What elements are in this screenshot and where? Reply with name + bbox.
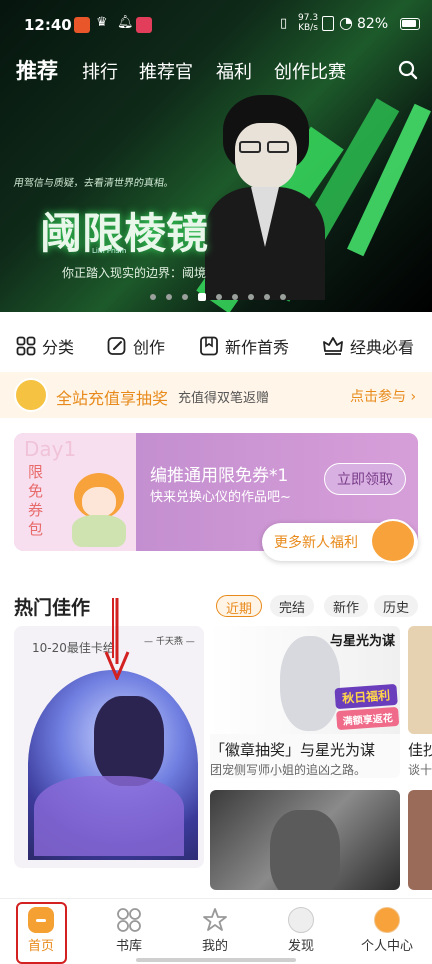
battery-text: 82% bbox=[357, 16, 389, 32]
card-3-desc: 谈十 bbox=[408, 763, 432, 777]
promo-desc: 充值得双笔返赠 bbox=[178, 391, 270, 406]
hot-card-2[interactable]: 与星光为谋 秋日福利 满额享返花 「徽章抽奖」与星光为谋 团宠侧写师小姐的追凶之… bbox=[210, 626, 400, 778]
carousel-dot[interactable] bbox=[198, 293, 206, 301]
coupon-left-panel: Day1 限免券包 bbox=[14, 433, 136, 551]
mascot-icon bbox=[14, 378, 48, 412]
coupon-title: 编推通用限免券*1 bbox=[150, 466, 289, 486]
coupon-day: Day1 bbox=[24, 437, 77, 461]
wifi-icon: ◔ bbox=[339, 13, 353, 32]
status-time: 12:40 bbox=[24, 16, 72, 34]
banner-subtitle: Lim Prism bbox=[92, 247, 127, 255]
card-2-desc: 团宠侧写师小姐的追凶之路。 bbox=[210, 763, 367, 777]
battery-icon bbox=[400, 18, 420, 30]
gesture-bar bbox=[136, 958, 296, 962]
search-icon[interactable] bbox=[398, 60, 418, 80]
coupon-side-text: 限免券包 bbox=[28, 463, 44, 538]
nav-library[interactable]: 书库 bbox=[94, 901, 164, 954]
tab-new[interactable]: 新作 bbox=[324, 595, 369, 617]
carousel-dot[interactable] bbox=[166, 294, 172, 300]
tab-ranking[interactable]: 排行 bbox=[82, 58, 118, 84]
category-classify[interactable]: 分类 bbox=[16, 334, 74, 358]
carousel-dot[interactable] bbox=[216, 294, 222, 300]
claim-button[interactable]: 立即领取 bbox=[324, 463, 406, 495]
promo-action[interactable]: 点击参与 › bbox=[350, 386, 416, 406]
promo-title: 全站充值享抽奖 bbox=[56, 389, 169, 408]
net-speed: 97.3 KB/s bbox=[298, 13, 319, 33]
nav-discover[interactable]: 发现 bbox=[266, 901, 336, 954]
tab-history[interactable]: 历史 bbox=[374, 595, 419, 617]
logo-text: 与星光为谋 bbox=[330, 634, 396, 649]
star-icon bbox=[202, 907, 228, 933]
carousel-dot[interactable] bbox=[264, 294, 270, 300]
crown-notification-icon: ♛ bbox=[96, 15, 108, 30]
tab-completed[interactable]: 完结 bbox=[270, 595, 315, 617]
tab-recommend[interactable]: 推荐 bbox=[16, 55, 58, 85]
card-3-title: 佳抄 bbox=[408, 741, 432, 759]
vibrate-icon: ▯ bbox=[280, 16, 288, 31]
hot-card-3[interactable]: 佳抄 谈十 bbox=[408, 626, 432, 778]
annotation-box bbox=[16, 902, 67, 964]
cover-tag: — 千天燕 — bbox=[144, 637, 195, 647]
bookmark-icon bbox=[200, 336, 218, 356]
tab-recommender[interactable]: 推荐官 bbox=[139, 58, 193, 84]
category-new-debut[interactable]: 新作首秀 bbox=[199, 334, 289, 358]
tab-recent[interactable]: 近期 bbox=[216, 595, 263, 617]
hot-card-4[interactable] bbox=[210, 790, 400, 890]
annotation-arrow bbox=[104, 598, 130, 680]
card-2-title: 「徽章抽奖」与星光为谋 bbox=[210, 741, 376, 759]
carousel-dot[interactable] bbox=[280, 294, 286, 300]
category-classics[interactable]: 经典必看 bbox=[322, 334, 414, 358]
edit-icon bbox=[107, 337, 126, 355]
banner-tagline: 用驾信与质疑，去看清世界的真相。 bbox=[12, 178, 175, 189]
banner-character bbox=[205, 95, 325, 300]
hot-card-5[interactable] bbox=[408, 790, 432, 890]
app-notification-icon bbox=[74, 17, 90, 33]
carousel-indicator bbox=[150, 293, 286, 301]
carousel-dot[interactable] bbox=[232, 294, 238, 300]
cover-text: 10-20最佳卡给 bbox=[32, 641, 115, 655]
mascot-avatar bbox=[370, 519, 416, 563]
coupon-desc: 快来兑换心仪的作品吧~ bbox=[150, 490, 291, 505]
nav-mine[interactable]: 我的 bbox=[180, 901, 250, 954]
category-create[interactable]: 创作 bbox=[107, 334, 165, 358]
tab-contest[interactable]: 创作比赛 bbox=[274, 58, 346, 84]
bell-icon: 🔔︎ bbox=[117, 15, 134, 30]
nav-profile[interactable]: 个人中心 bbox=[352, 901, 422, 954]
crown-icon bbox=[323, 337, 343, 355]
badge-welfare: 秋日福利 满额享返花 bbox=[334, 683, 400, 734]
app-notification-icon-2 bbox=[136, 17, 152, 33]
profile-avatar-icon bbox=[374, 907, 400, 933]
sim-icon bbox=[322, 16, 334, 31]
top-nav: 推荐 排行 推荐官 福利 创作比赛 bbox=[0, 54, 432, 88]
grid-icon bbox=[16, 336, 36, 356]
carousel-dot[interactable] bbox=[150, 294, 156, 300]
recharge-promo-bar[interactable]: 全站充值享抽奖 充值得双笔返赠 点击参与 › bbox=[0, 372, 432, 418]
library-icon bbox=[116, 907, 142, 933]
more-welfare-button[interactable]: 更多新人福利 bbox=[262, 519, 418, 563]
coupon-mascot bbox=[66, 473, 132, 547]
banner-caption: 你正踏入现实的边界：阈境 bbox=[62, 266, 207, 280]
discover-avatar-icon bbox=[288, 907, 314, 933]
carousel-dot[interactable] bbox=[182, 294, 188, 300]
status-bar: 12:40 ♛ 🔔︎ ▯ 97.3 KB/s ◔ 82% bbox=[0, 0, 432, 50]
section-title-hot: 热门佳作 bbox=[14, 597, 91, 619]
tab-welfare[interactable]: 福利 bbox=[216, 58, 252, 84]
carousel-dot[interactable] bbox=[248, 294, 254, 300]
